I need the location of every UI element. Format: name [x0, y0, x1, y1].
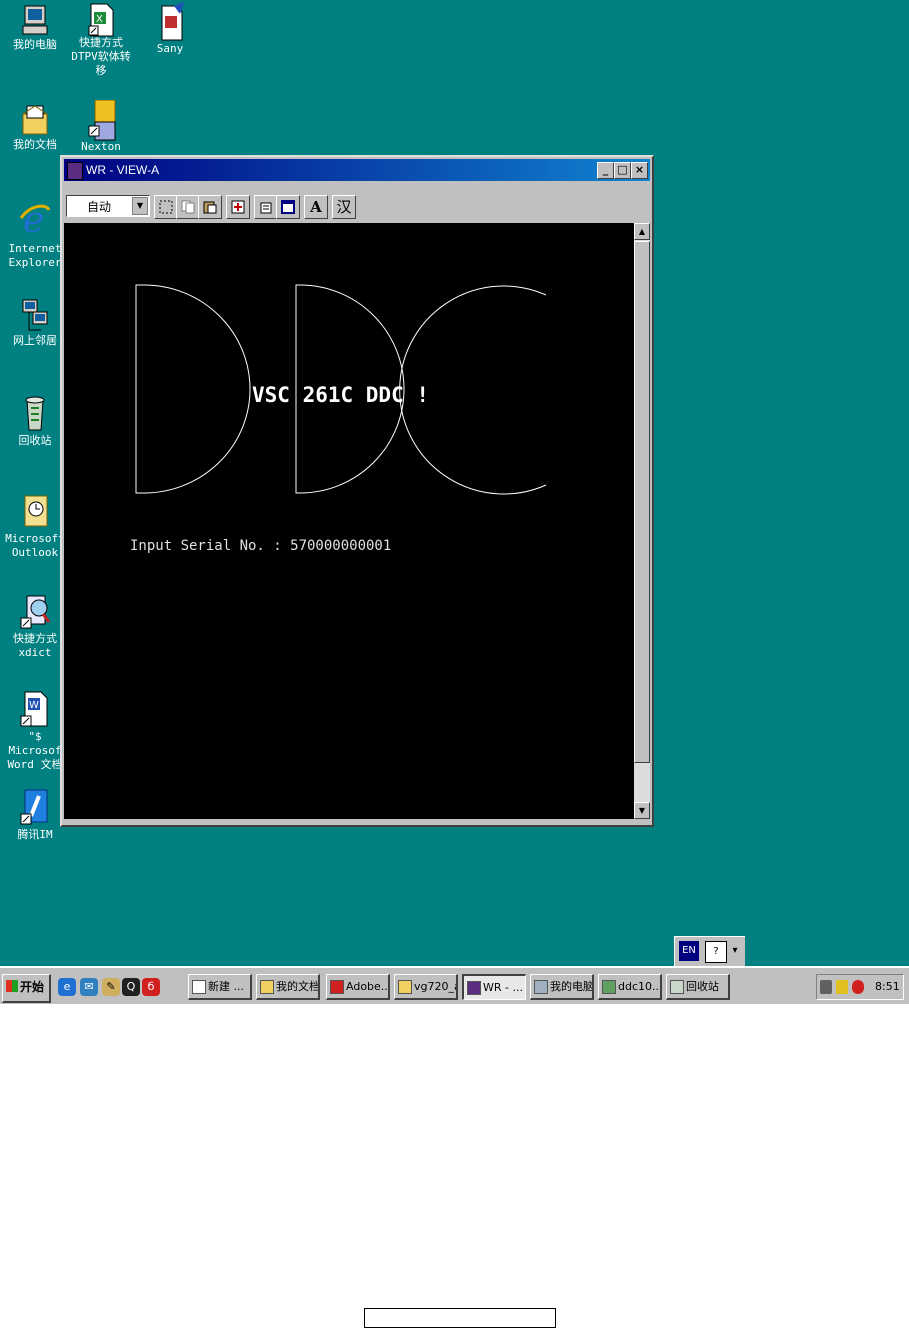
- desktop-icon-label: 腾讯IM: [17, 828, 53, 841]
- desktop-icon-my-documents[interactable]: 我的文档: [0, 102, 70, 152]
- desktop-icon-label: Nexton: [81, 140, 121, 153]
- desktop-icon-my-computer[interactable]: 我的电脑: [0, 4, 70, 52]
- spreadsheet-icon: [602, 980, 616, 994]
- copy-icon[interactable]: [176, 195, 200, 219]
- minimize-button[interactable]: _: [597, 162, 614, 179]
- task-label: vg720_a: [414, 980, 458, 993]
- folder-icon: [260, 980, 274, 994]
- scroll-up-icon[interactable]: ▲: [634, 223, 650, 240]
- desktop-icon-sany[interactable]: Sany: [135, 2, 205, 56]
- console-screen[interactable]: VSC 261C DDC ! Input Serial No. : 570000…: [64, 223, 634, 819]
- start-button[interactable]: 开始: [2, 974, 51, 1003]
- desktop-icon[interactable]: ✎: [102, 978, 120, 996]
- qq-icon[interactable]: Q: [122, 978, 140, 996]
- xdict-shortcut-icon: [19, 592, 51, 629]
- font-button[interactable]: A: [304, 195, 328, 219]
- task-button-ddc10[interactable]: ddc10...: [598, 974, 662, 1000]
- task-button-my-computer[interactable]: 我的电脑: [530, 974, 594, 1000]
- desktop-icon-excel-shortcut[interactable]: X 快捷方式 DTPV软体转移: [66, 2, 136, 78]
- mode-select[interactable]: 自动 ▼: [66, 195, 150, 217]
- console-window[interactable]: WR - VIEW-A _ □ × 自动 ▼ A 汉 VSC 261C DDC …: [60, 155, 654, 827]
- netease-icon[interactable]: б: [142, 978, 160, 996]
- chinese-input-button[interactable]: 汉: [332, 195, 356, 219]
- desktop-icon-label: 我的文档: [13, 138, 57, 151]
- svg-text:W: W: [29, 700, 39, 711]
- help-icon[interactable]: ?: [705, 941, 727, 963]
- internet-explorer-icon: e: [19, 198, 51, 241]
- task-label: ddc10...: [618, 980, 662, 993]
- acrobat-icon: [330, 980, 344, 994]
- language-indicator[interactable]: EN: [679, 941, 699, 961]
- mark-icon[interactable]: [154, 195, 178, 219]
- maximize-button[interactable]: □: [614, 162, 631, 179]
- volume-icon[interactable]: [820, 980, 832, 994]
- start-label: 开始: [20, 980, 45, 994]
- logo-letter-d1: [135, 284, 251, 494]
- ddc-logo: [135, 284, 547, 495]
- antivirus-icon[interactable]: [852, 980, 864, 994]
- banner-text: VSC 261C DDC !: [252, 383, 430, 407]
- outlook-icon: [19, 494, 51, 527]
- ime-toolbar: EN ? ▾: [674, 936, 745, 967]
- background-icon[interactable]: [276, 195, 300, 219]
- desktop: 我的电脑 X 快捷方式 DTPV软体转移 Sany 我的文档 Nexton e …: [0, 0, 909, 967]
- vertical-scrollbar[interactable]: ▲ ▼: [634, 223, 650, 819]
- svg-text:X: X: [96, 14, 103, 25]
- network-neighborhood-icon: [19, 298, 51, 331]
- task-label: 我的文档: [276, 980, 320, 993]
- ime-menu-icon[interactable]: ▾: [729, 941, 741, 961]
- taskbar: 开始 e ✉ ✎ Q б 新建 ... 我的文档 Adobe... vg720_…: [0, 966, 909, 1004]
- document-icon: [192, 980, 206, 994]
- desktop-icon-label: Sany: [156, 42, 184, 55]
- window-titlebar[interactable]: WR - VIEW-A _ □ ×: [64, 159, 650, 181]
- mode-select-value: 自动: [87, 200, 112, 214]
- ime-tray-icon[interactable]: [836, 980, 848, 994]
- outlook-express-icon[interactable]: ✉: [80, 978, 98, 996]
- desktop-icon-label: 快捷方式 DTPV软体转移: [71, 36, 131, 77]
- scroll-thumb[interactable]: [634, 241, 650, 763]
- my-computer-icon: [19, 4, 51, 36]
- tencent-im-icon: [19, 788, 51, 825]
- task-button-vg720[interactable]: vg720_a: [394, 974, 458, 1000]
- scroll-down-icon[interactable]: ▼: [634, 802, 650, 819]
- task-button-my-documents[interactable]: 我的文档: [256, 974, 320, 1000]
- folder-icon: [398, 980, 412, 994]
- window-title: WR - VIEW-A: [86, 163, 160, 177]
- excel-shortcut-icon: X: [85, 2, 117, 37]
- close-button[interactable]: ×: [631, 162, 648, 179]
- task-label: 我的电脑: [550, 980, 594, 993]
- task-label: 回收站: [686, 980, 719, 993]
- system-tray: 8:51: [816, 974, 904, 1000]
- windows-logo-icon: [6, 980, 18, 992]
- recycle-bin-icon: [670, 980, 684, 994]
- ie-icon[interactable]: e: [58, 978, 76, 996]
- chevron-down-icon[interactable]: ▼: [132, 197, 148, 215]
- paste-icon[interactable]: [198, 195, 222, 219]
- task-button-adobe[interactable]: Adobe...: [326, 974, 390, 1000]
- window-toolbar: 自动 ▼ A 汉: [64, 189, 650, 221]
- app-icon[interactable]: [67, 162, 83, 180]
- folder-shortcut-icon: [85, 99, 117, 141]
- recycle-bin-icon: [19, 394, 51, 431]
- document-pen-icon: [154, 2, 186, 41]
- computer-icon: [534, 980, 548, 994]
- desktop-icon-nexton[interactable]: Nexton: [66, 99, 136, 154]
- task-button-recycle-bin[interactable]: 回收站: [666, 974, 730, 1000]
- task-label: 新建 ...: [208, 980, 244, 993]
- page-footer-box: [364, 1308, 556, 1328]
- task-label: Adobe...: [346, 980, 390, 993]
- fullscreen-icon[interactable]: [226, 195, 250, 219]
- properties-icon[interactable]: [254, 195, 278, 219]
- word-document-icon: W: [19, 690, 51, 727]
- task-button-wr[interactable]: WR - ...: [462, 974, 526, 1000]
- task-button-new[interactable]: 新建 ...: [188, 974, 252, 1000]
- task-label: WR - ...: [483, 981, 523, 994]
- serial-number-line: Input Serial No. : 570000000001: [130, 538, 392, 554]
- desktop-icon-label: 我的电脑: [13, 38, 57, 51]
- clock[interactable]: 8:51: [875, 980, 900, 993]
- my-documents-icon: [19, 102, 51, 135]
- app-icon: [467, 981, 481, 995]
